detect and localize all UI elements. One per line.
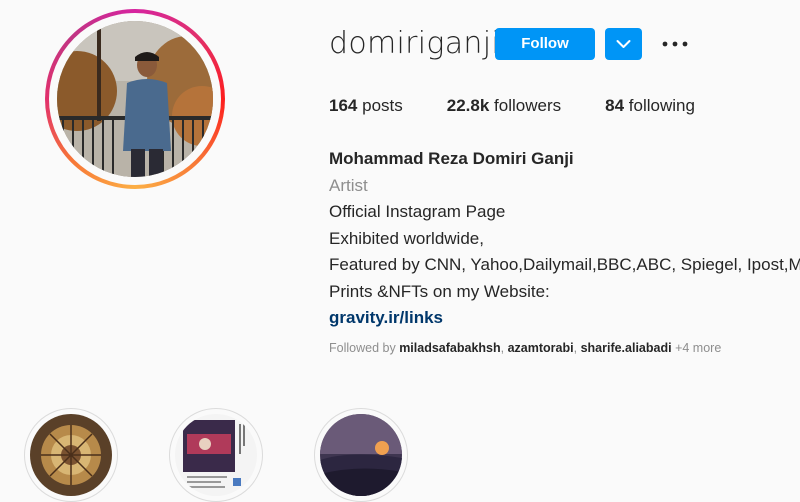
following-count: 84 bbox=[605, 96, 625, 115]
avatar-inner-border bbox=[49, 13, 221, 185]
more-options-icon bbox=[662, 41, 688, 47]
follow-button[interactable]: Follow bbox=[495, 28, 595, 60]
follower-name[interactable]: sharife.aliabadi bbox=[581, 341, 672, 355]
bio-line: Exhibited worldwide, bbox=[329, 228, 484, 248]
highlight-cover bbox=[320, 414, 402, 496]
magazine-image bbox=[175, 414, 257, 496]
follower-separator: , bbox=[500, 341, 505, 355]
profile-avatar-ring[interactable] bbox=[45, 9, 225, 189]
followers-label: followers bbox=[494, 96, 562, 115]
posts-count: 164 bbox=[329, 96, 358, 115]
chevron-down-icon bbox=[616, 40, 631, 48]
followers-stat[interactable]: 22.8k followers bbox=[447, 96, 561, 116]
profile-stats: 164 posts 22.8k followers 84 following bbox=[329, 96, 739, 116]
avatar-photo bbox=[57, 21, 213, 177]
profile-bio: Mohammad Reza Domiri Ganji Artist Offici… bbox=[329, 146, 800, 332]
highlight-sunset[interactable] bbox=[314, 408, 408, 502]
profile-full-name: Mohammad Reza Domiri Ganji bbox=[329, 149, 574, 168]
profile-website-link[interactable]: gravity.ir/links bbox=[329, 308, 443, 327]
followed-by[interactable]: Followed by miladsafabakhsh, azamtorabi,… bbox=[329, 341, 721, 355]
highlight-cover bbox=[175, 414, 257, 496]
follower-name[interactable]: azamtorabi bbox=[508, 341, 574, 355]
posts-stat: 164 posts bbox=[329, 96, 403, 116]
avatar[interactable] bbox=[57, 21, 213, 177]
profile-username: domiriganji bbox=[329, 26, 500, 61]
posts-label: posts bbox=[362, 96, 403, 115]
dome-image bbox=[30, 414, 112, 496]
highlight-dome[interactable] bbox=[24, 408, 118, 502]
highlight-magazine[interactable] bbox=[169, 408, 263, 502]
bio-line: Featured by CNN, Yahoo,Dailymail,BBC,ABC… bbox=[329, 255, 800, 274]
following-label: following bbox=[628, 96, 695, 115]
sunset-image bbox=[320, 414, 402, 496]
follower-name[interactable]: miladsafabakhsh bbox=[399, 341, 500, 355]
following-stat[interactable]: 84 following bbox=[605, 96, 695, 116]
followers-count: 22.8k bbox=[446, 96, 490, 115]
profile-category: Artist bbox=[329, 175, 368, 195]
follower-separator: , bbox=[573, 341, 578, 355]
highlight-cover bbox=[30, 414, 112, 496]
bio-line: Prints &NFTs on my Website: bbox=[329, 281, 550, 301]
followed-by-prefix: Followed by bbox=[329, 341, 396, 355]
suggested-dropdown-button[interactable] bbox=[605, 28, 642, 60]
more-options-button[interactable] bbox=[660, 30, 690, 58]
followed-by-more[interactable]: +4 more bbox=[675, 341, 721, 355]
bio-line: Official Instagram Page bbox=[329, 202, 506, 221]
